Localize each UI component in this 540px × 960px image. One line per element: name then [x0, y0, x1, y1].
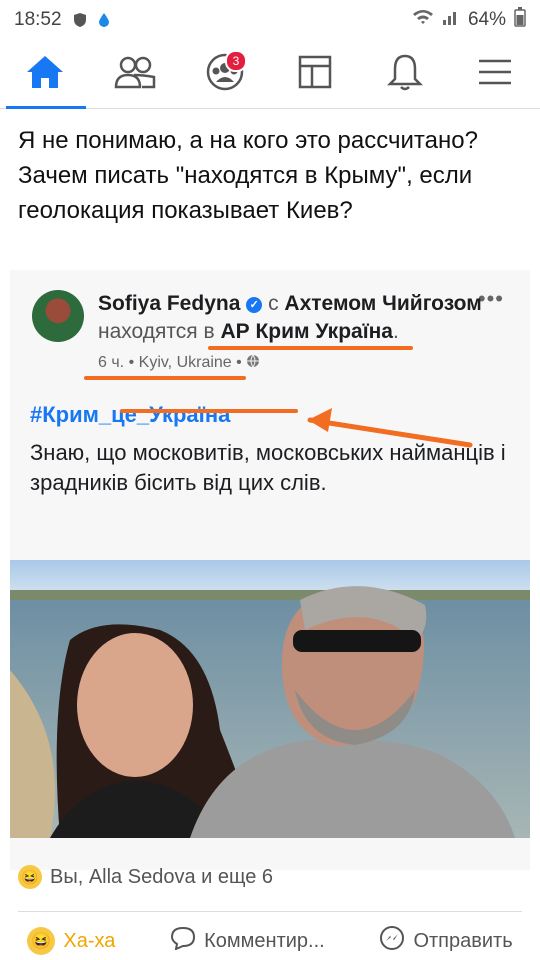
- haha-label: Ха-ха: [63, 929, 116, 952]
- messenger-icon: [379, 925, 405, 957]
- comment-icon: [170, 926, 196, 956]
- comment-label: Комментир...: [204, 929, 325, 952]
- divider: [18, 911, 522, 912]
- share-label: Отправить: [413, 929, 513, 952]
- haha-emoji-icon: 😆: [27, 927, 56, 955]
- haha-emoji-icon: 😆: [18, 865, 42, 889]
- haha-button[interactable]: 😆 Ха-ха: [27, 927, 115, 955]
- reactions-text: Вы, Alla Sedova и еще 6: [50, 865, 274, 888]
- comment-button[interactable]: Комментир...: [170, 926, 325, 956]
- annotation-arrow-icon: [307, 408, 473, 448]
- reactions-summary[interactable]: 😆 Вы, Alla Sedova и еще 6: [18, 865, 273, 889]
- post-actions: 😆 Ха-ха Комментир... Отправить: [0, 922, 540, 960]
- share-button[interactable]: Отправить: [379, 925, 513, 957]
